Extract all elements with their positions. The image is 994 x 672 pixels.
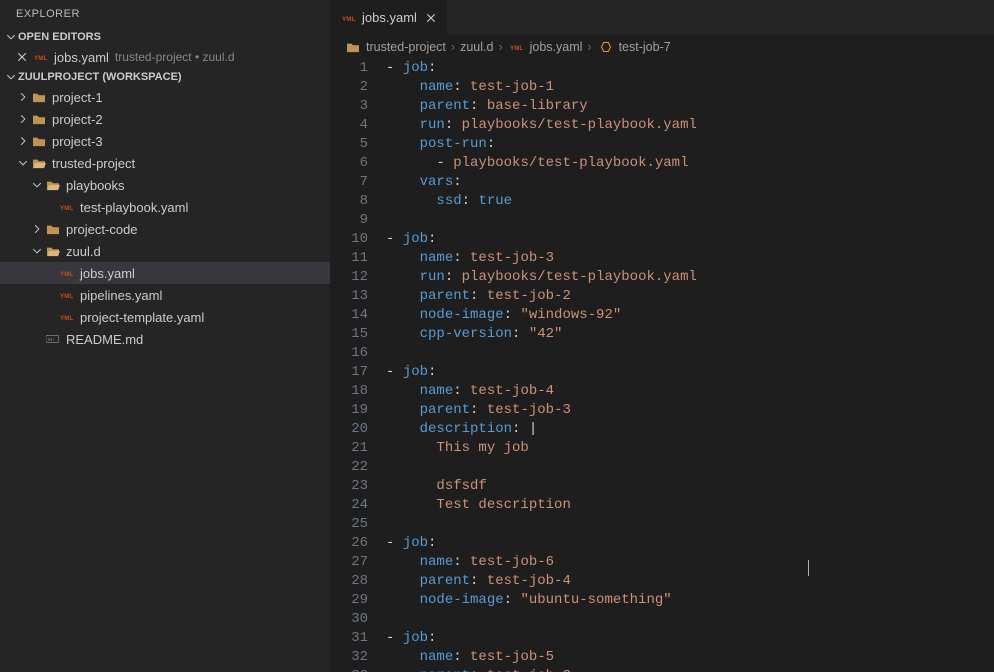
svg-text:YML: YML	[34, 55, 47, 62]
editor-area: YML jobs.yaml trusted-project › zuul.d ›…	[330, 0, 994, 672]
markdown-file-icon: M↓	[44, 334, 62, 344]
chevron-right-icon	[16, 92, 30, 102]
chevron-down-icon	[30, 246, 44, 256]
svg-text:YML: YML	[60, 271, 73, 278]
folder-project-2[interactable]: project-2	[0, 108, 330, 130]
yaml-file-icon: YML	[508, 42, 526, 52]
breadcrumb-seg[interactable]: test-job-7	[619, 40, 671, 54]
tab-label: jobs.yaml	[362, 10, 417, 25]
folder-label: project-code	[66, 222, 138, 237]
folder-icon	[30, 113, 48, 125]
open-editor-path: trusted-project • zuul.d	[115, 50, 235, 64]
symbol-icon	[597, 41, 615, 53]
breadcrumb[interactable]: trusted-project › zuul.d › YML jobs.yaml…	[330, 35, 994, 59]
yaml-file-icon: YML	[58, 202, 76, 212]
folder-label: project-3	[52, 134, 103, 149]
open-editor-filename: jobs.yaml	[54, 50, 109, 65]
yaml-file-icon: YML	[58, 268, 76, 278]
file-tree: project-1 project-2 project-3 trusted-pr…	[0, 86, 330, 350]
folder-open-icon	[44, 245, 62, 257]
svg-text:YML: YML	[60, 205, 73, 212]
file-jobs-yaml[interactable]: YML jobs.yaml	[0, 262, 330, 284]
folder-label: trusted-project	[52, 156, 135, 171]
chevron-right-icon	[30, 224, 44, 234]
svg-text:M↓: M↓	[48, 337, 55, 343]
yaml-file-icon: YML	[58, 312, 76, 322]
file-label: README.md	[66, 332, 143, 347]
chevron-down-icon	[4, 72, 18, 82]
chevron-right-icon: ›	[498, 40, 502, 54]
breadcrumb-seg[interactable]: jobs.yaml	[530, 40, 583, 54]
explorer-title: EXPLORER	[0, 0, 330, 28]
folder-zuul-d[interactable]: zuul.d	[0, 240, 330, 262]
chevron-right-icon	[16, 136, 30, 146]
close-icon[interactable]	[425, 12, 437, 24]
breadcrumb-seg[interactable]: zuul.d	[460, 40, 493, 54]
folder-icon	[30, 135, 48, 147]
svg-text:YML: YML	[60, 293, 73, 300]
yaml-file-icon: YML	[340, 13, 358, 23]
chevron-right-icon	[16, 114, 30, 124]
file-label: test-playbook.yaml	[80, 200, 188, 215]
svg-text:YML: YML	[342, 15, 355, 22]
file-project-template-yaml[interactable]: YML project-template.yaml	[0, 306, 330, 328]
code-content[interactable]: - job: name: test-job-1 parent: base-lib…	[386, 59, 994, 672]
folder-label: zuul.d	[66, 244, 101, 259]
explorer-sidebar: EXPLORER OPEN EDITORS YML jobs.yaml trus…	[0, 0, 330, 672]
yaml-file-icon: YML	[58, 290, 76, 300]
code-editor[interactable]: 1234567891011121314151617181920212223242…	[330, 59, 994, 672]
line-numbers: 1234567891011121314151617181920212223242…	[330, 59, 386, 672]
workspace-label: ZUULPROJECT (WORKSPACE)	[18, 71, 182, 83]
folder-open-icon	[30, 157, 48, 169]
workspace-header[interactable]: ZUULPROJECT (WORKSPACE)	[0, 68, 330, 86]
file-pipelines-yaml[interactable]: YML pipelines.yaml	[0, 284, 330, 306]
folder-label: playbooks	[66, 178, 125, 193]
text-cursor-icon	[808, 560, 809, 576]
chevron-down-icon	[30, 180, 44, 190]
file-label: project-template.yaml	[80, 310, 204, 325]
chevron-down-icon	[16, 158, 30, 168]
open-editor-item[interactable]: YML jobs.yaml trusted-project • zuul.d	[0, 46, 330, 68]
folder-icon	[44, 223, 62, 235]
open-editors-header[interactable]: OPEN EDITORS	[0, 28, 330, 46]
open-editors-label: OPEN EDITORS	[18, 31, 101, 43]
file-test-playbook[interactable]: YML test-playbook.yaml	[0, 196, 330, 218]
tab-bar: YML jobs.yaml	[330, 0, 994, 35]
folder-icon	[344, 41, 362, 53]
tab-jobs-yaml[interactable]: YML jobs.yaml	[330, 0, 448, 35]
file-label: pipelines.yaml	[80, 288, 162, 303]
folder-label: project-1	[52, 90, 103, 105]
yaml-file-icon: YML	[32, 52, 50, 62]
folder-project-1[interactable]: project-1	[0, 86, 330, 108]
folder-playbooks[interactable]: playbooks	[0, 174, 330, 196]
svg-text:YML: YML	[510, 45, 523, 52]
folder-icon	[30, 91, 48, 103]
chevron-right-icon: ›	[451, 40, 455, 54]
file-readme[interactable]: M↓ README.md	[0, 328, 330, 350]
file-label: jobs.yaml	[80, 266, 135, 281]
breadcrumb-seg[interactable]: trusted-project	[366, 40, 446, 54]
close-icon[interactable]	[16, 51, 32, 63]
folder-project-3[interactable]: project-3	[0, 130, 330, 152]
chevron-right-icon: ›	[587, 40, 591, 54]
folder-trusted-project[interactable]: trusted-project	[0, 152, 330, 174]
svg-text:YML: YML	[60, 315, 73, 322]
chevron-down-icon	[4, 32, 18, 42]
folder-project-code[interactable]: project-code	[0, 218, 330, 240]
folder-label: project-2	[52, 112, 103, 127]
folder-open-icon	[44, 179, 62, 191]
